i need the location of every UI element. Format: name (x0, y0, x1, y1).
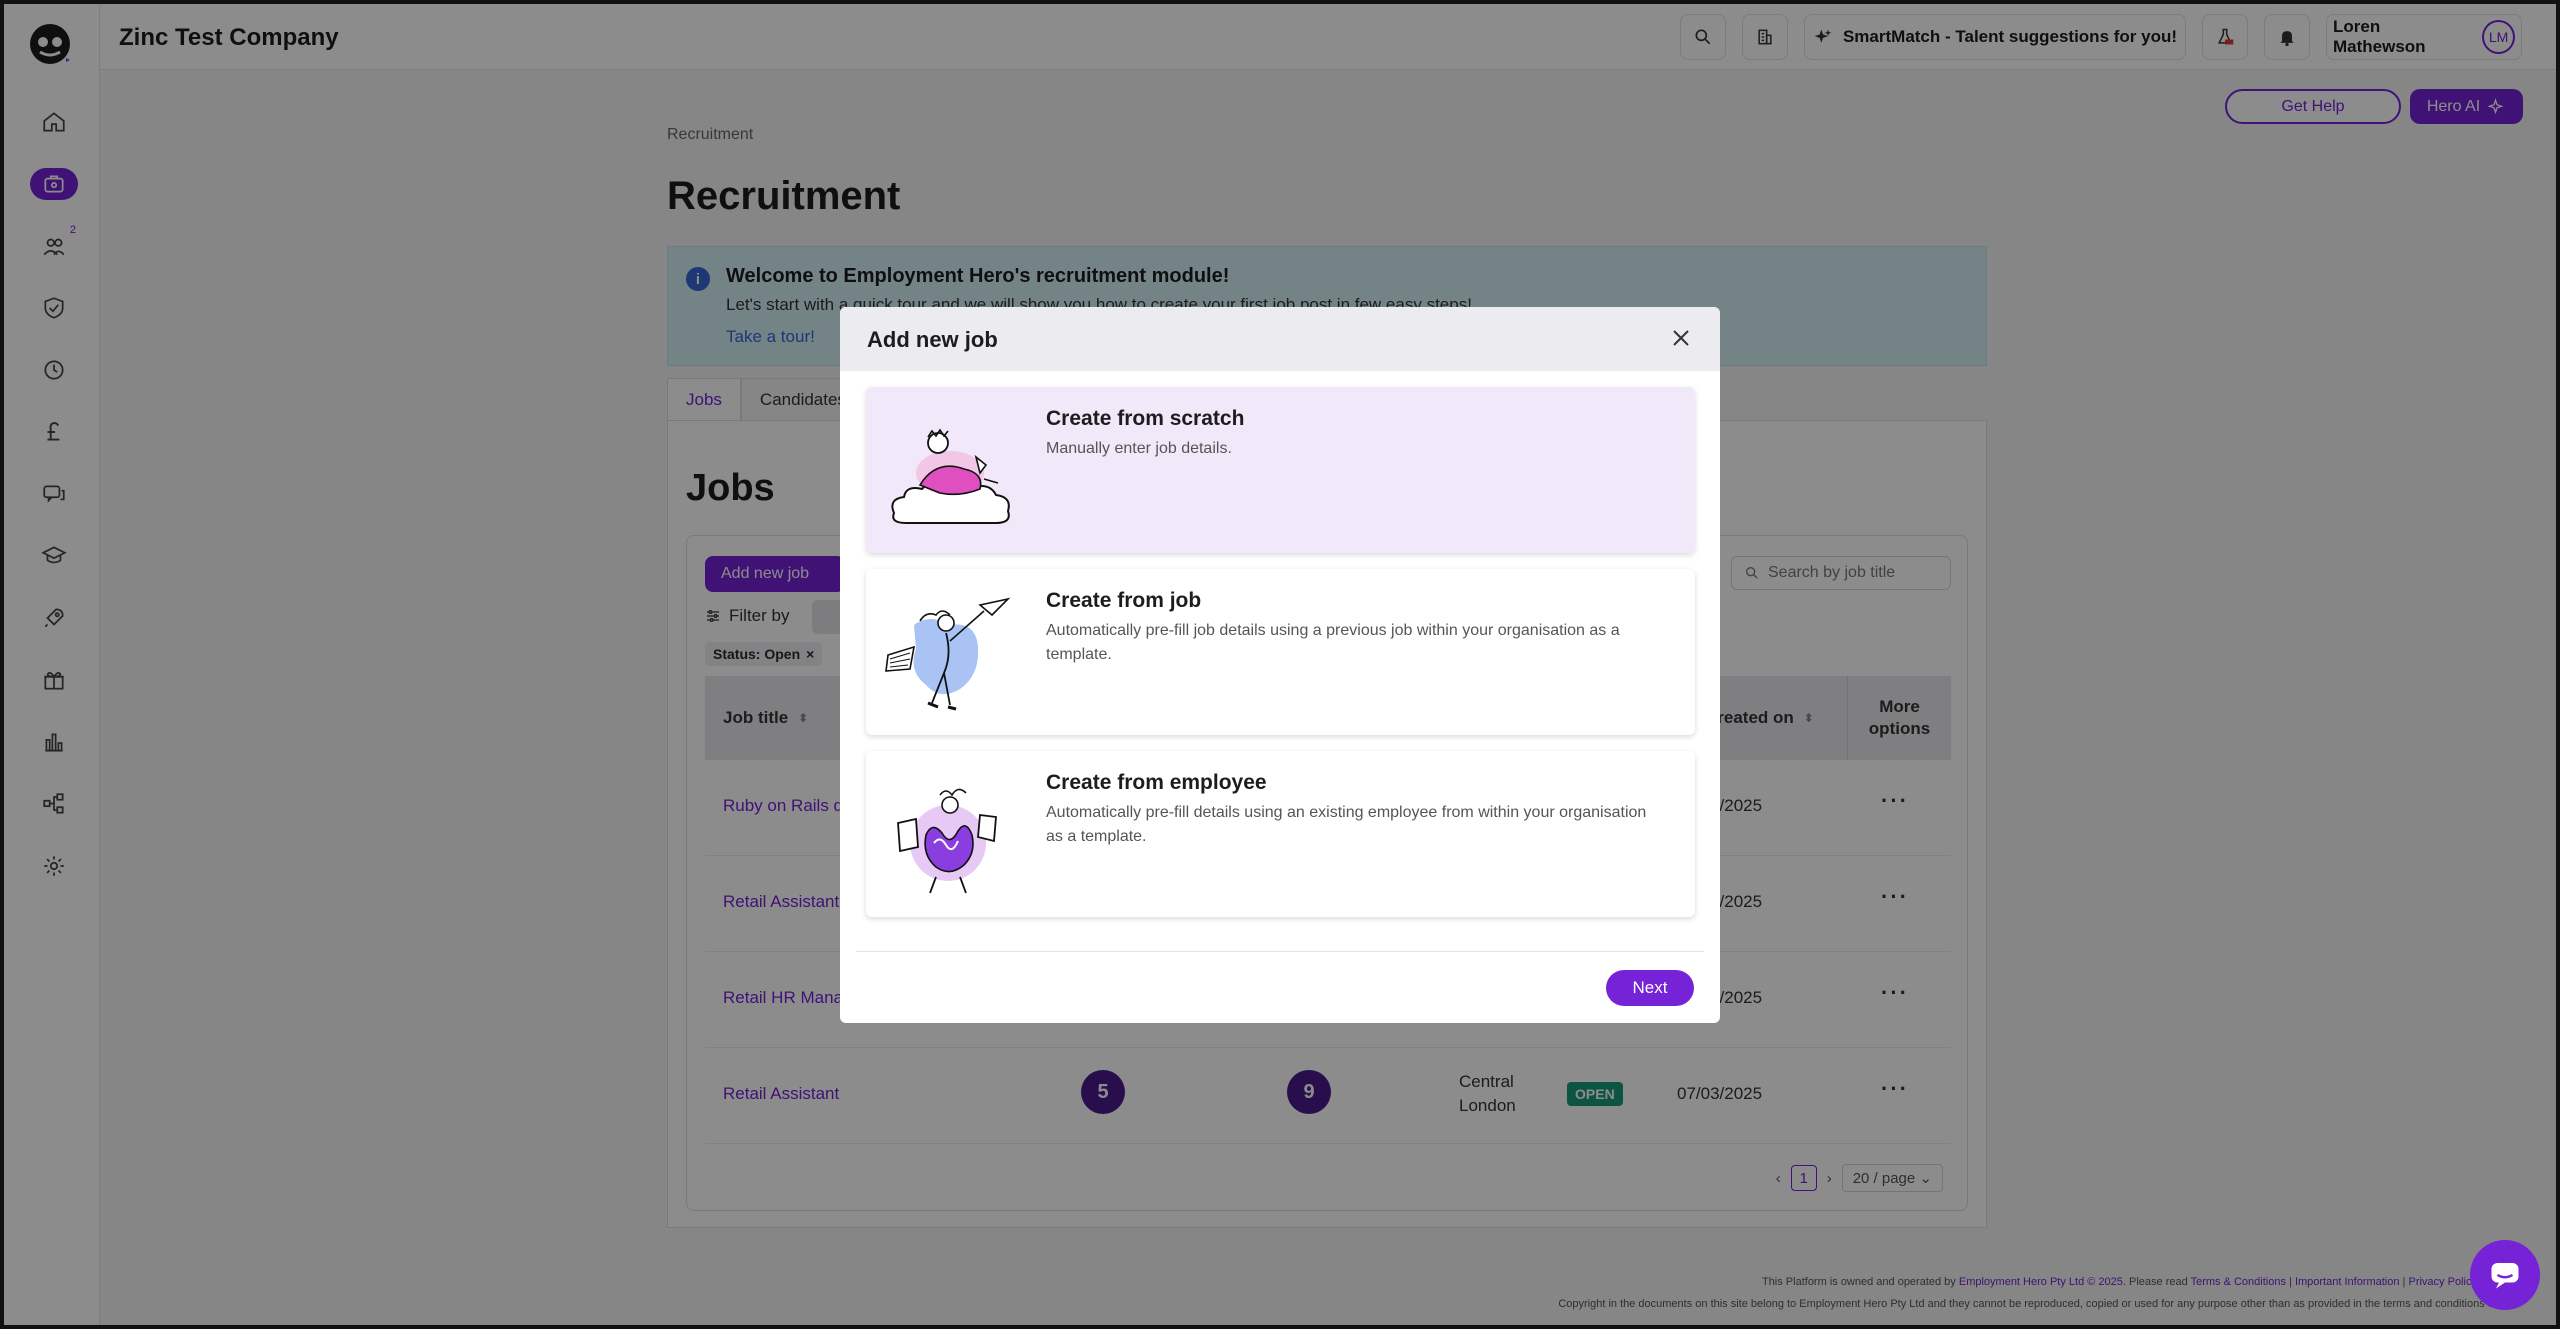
modal-divider (856, 951, 1704, 952)
chat-bubble-icon (2491, 1263, 2519, 1289)
chat-support-button[interactable] (2470, 1240, 2540, 1310)
option-create-from-job[interactable]: Create from job Automatically pre-fill j… (866, 569, 1695, 735)
job-illustration-icon (885, 597, 1011, 711)
modal-title: Add new job (867, 327, 998, 352)
option-description: Automatically pre-fill job details using… (1046, 622, 1620, 663)
close-button[interactable] (1668, 325, 1694, 351)
modal-header: Add new job (840, 307, 1720, 371)
option-title: Create from employee (1046, 771, 1267, 794)
scratch-illustration-icon (891, 428, 1010, 524)
option-title: Create from job (1046, 589, 1202, 612)
option-create-from-scratch[interactable]: Create from scratch Manually enter job d… (866, 387, 1695, 553)
option-description: Automatically pre-fill details using an … (1046, 804, 1647, 845)
option-title: Create from scratch (1046, 407, 1245, 430)
option-description: Manually enter job details. (1046, 440, 1232, 457)
option-create-from-employee[interactable]: Create from employee Automatically pre-f… (866, 751, 1695, 917)
add-new-job-modal: Add new job Create from scratch Manually… (840, 307, 1720, 1023)
next-button[interactable]: Next (1606, 970, 1694, 1006)
employee-illustration-icon (897, 788, 997, 894)
close-icon (1673, 330, 1689, 346)
